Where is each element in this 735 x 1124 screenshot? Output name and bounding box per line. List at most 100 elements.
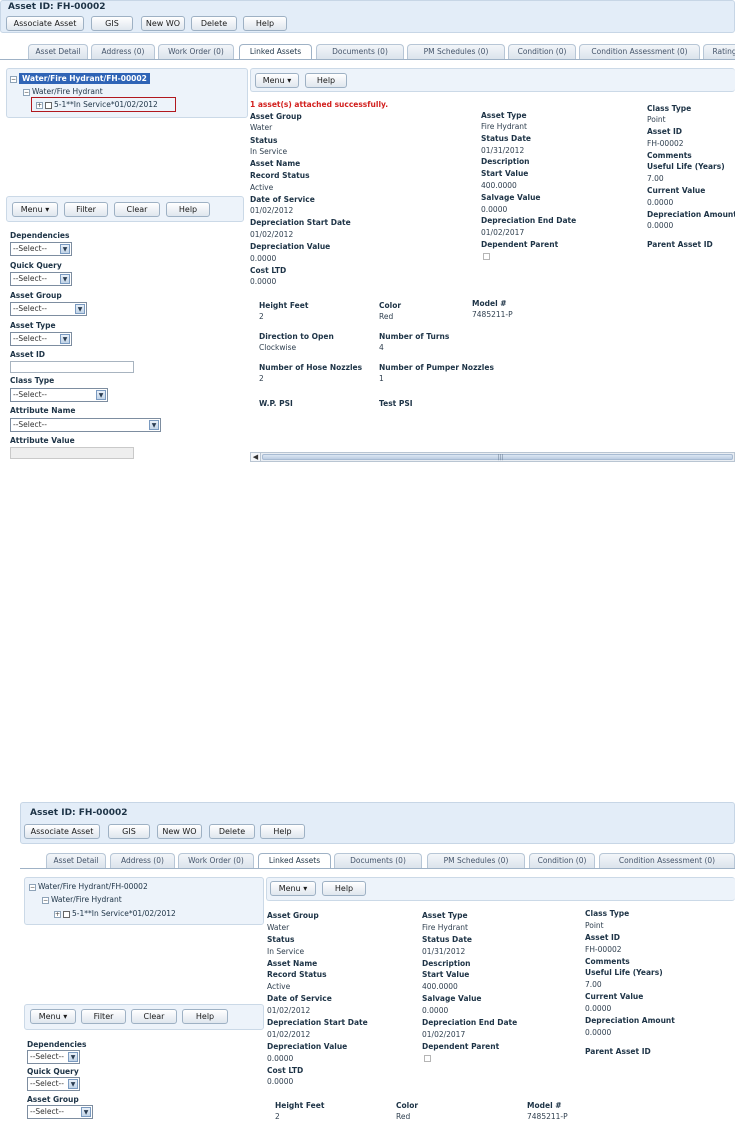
grip-icon: ||| bbox=[497, 454, 504, 461]
start-value-value: 400.0000 bbox=[481, 181, 517, 190]
tab-linked-assets[interactable]: Linked Assets bbox=[258, 853, 331, 869]
tab-address[interactable]: Address (0) bbox=[91, 44, 155, 59]
tab-condition[interactable]: Condition (0) bbox=[508, 44, 576, 59]
tab-work-order[interactable]: Work Order (0) bbox=[158, 44, 234, 59]
select-value: --Select-- bbox=[13, 244, 47, 253]
tree-leaf[interactable]: +5-1**In Service*01/02/2012 bbox=[54, 909, 176, 918]
pumper-nozzles-label: Number of Pumper Nozzles bbox=[379, 363, 494, 372]
chevron-down-icon[interactable]: ▼ bbox=[75, 304, 85, 314]
tab-address[interactable]: Address (0) bbox=[110, 853, 175, 868]
useful-life-label: Useful Life (Years) bbox=[647, 162, 725, 171]
help-button[interactable]: Help bbox=[243, 16, 287, 31]
associate-asset-button[interactable]: Associate Asset bbox=[6, 16, 84, 31]
collapse-icon[interactable]: − bbox=[10, 75, 17, 83]
hose-nozzles-value: 2 bbox=[259, 374, 264, 383]
tab-condition-assessment[interactable]: Condition Assessment (0) bbox=[599, 853, 735, 868]
dependent-parent-checkbox[interactable] bbox=[483, 253, 490, 260]
tab-ratings[interactable]: Ratings (0) bbox=[703, 44, 735, 59]
chevron-down-icon[interactable]: ▼ bbox=[68, 1079, 78, 1089]
chevron-down-icon[interactable]: ▼ bbox=[60, 274, 70, 284]
tab-asset-detail[interactable]: Asset Detail bbox=[46, 853, 106, 868]
asset-group-select[interactable]: --Select-- ▼ bbox=[27, 1105, 93, 1119]
horizontal-scrollbar[interactable]: ◀ ||| bbox=[250, 452, 735, 462]
depreciation-end-label: Depreciation End Date bbox=[422, 1018, 518, 1027]
asset-id-label: Asset ID bbox=[585, 933, 621, 942]
filter-help-button[interactable]: Help bbox=[182, 1009, 228, 1024]
clear-button[interactable]: Clear bbox=[114, 202, 160, 217]
class-type-label: Class Type bbox=[10, 376, 55, 385]
delete-button[interactable]: Delete bbox=[191, 16, 237, 31]
asset-type-select[interactable]: --Select-- ▼ bbox=[10, 332, 72, 346]
tree-child-label[interactable]: Water/Fire Hydrant bbox=[32, 87, 103, 96]
tab-documents[interactable]: Documents (0) bbox=[334, 853, 422, 868]
detail-menu-button[interactable]: Menu ▾ bbox=[255, 73, 299, 88]
tree-root[interactable]: − Water/Fire Hydrant/FH-00002 bbox=[10, 73, 150, 84]
asset-id-input[interactable] bbox=[10, 361, 134, 373]
dependencies-select[interactable]: --Select-- ▼ bbox=[10, 242, 72, 256]
tab-bar: Asset Detail Address (0) Work Order (0) … bbox=[28, 44, 735, 60]
filter-button[interactable]: Filter bbox=[81, 1009, 126, 1024]
new-wo-button[interactable]: New WO bbox=[141, 16, 185, 31]
leaf-checkbox[interactable] bbox=[63, 910, 70, 918]
tab-documents[interactable]: Documents (0) bbox=[316, 44, 404, 59]
gis-button[interactable]: GIS bbox=[91, 16, 133, 31]
chevron-down-icon[interactable]: ▼ bbox=[96, 390, 106, 400]
scrollbar-thumb[interactable]: ||| bbox=[262, 454, 733, 461]
chevron-down-icon[interactable]: ▼ bbox=[68, 1052, 78, 1062]
attribute-name-select[interactable]: --Select-- ▼ bbox=[10, 418, 161, 432]
filter-menu-button[interactable]: Menu ▾ bbox=[30, 1009, 76, 1024]
highlight-box bbox=[31, 97, 176, 112]
quick-query-select[interactable]: --Select-- ▼ bbox=[10, 272, 72, 286]
new-wo-button[interactable]: New WO bbox=[157, 824, 202, 839]
filter-menu-button[interactable]: Menu ▾ bbox=[12, 202, 58, 217]
chevron-down-icon: ▾ bbox=[63, 1012, 68, 1021]
tab-pm-schedules[interactable]: PM Schedules (0) bbox=[407, 44, 505, 59]
help-button[interactable]: Help bbox=[260, 824, 305, 839]
filter-help-button[interactable]: Help bbox=[166, 202, 210, 217]
tree-child[interactable]: − Water/Fire Hydrant bbox=[23, 87, 103, 96]
detail-menu-button[interactable]: Menu ▾ bbox=[270, 881, 316, 896]
collapse-icon[interactable]: − bbox=[23, 88, 30, 96]
class-type-select[interactable]: --Select-- ▼ bbox=[10, 388, 108, 402]
chevron-down-icon[interactable]: ▼ bbox=[60, 244, 70, 254]
depreciation-value-label: Depreciation Value bbox=[267, 1042, 348, 1051]
salvage-value-value: 0.0000 bbox=[422, 1006, 449, 1015]
chevron-down-icon[interactable]: ▼ bbox=[81, 1107, 91, 1117]
scroll-left-icon[interactable]: ◀ bbox=[251, 453, 261, 461]
clear-button[interactable]: Clear bbox=[131, 1009, 177, 1024]
chevron-down-icon[interactable]: ▼ bbox=[60, 334, 70, 344]
associate-asset-button[interactable]: Associate Asset bbox=[24, 824, 100, 839]
expand-icon[interactable]: + bbox=[54, 910, 61, 918]
tab-condition-assessment[interactable]: Condition Assessment (0) bbox=[579, 44, 700, 59]
record-status-value: Active bbox=[267, 982, 291, 991]
tab-pm-schedules[interactable]: PM Schedules (0) bbox=[427, 853, 525, 868]
screenshot-before-attach: Asset ID: FH-00002 Associate Asset GIS N… bbox=[20, 802, 735, 1124]
gis-button[interactable]: GIS bbox=[108, 824, 150, 839]
tree-root-label[interactable]: Water/Fire Hydrant/FH-00002 bbox=[19, 73, 150, 84]
quick-query-select[interactable]: --Select-- ▼ bbox=[27, 1077, 80, 1091]
tree-child-label[interactable]: Water/Fire Hydrant bbox=[51, 895, 122, 904]
tree-leaf-label[interactable]: 5-1**In Service*01/02/2012 bbox=[72, 909, 176, 918]
collapse-icon[interactable]: − bbox=[42, 896, 49, 904]
detail-help-button[interactable]: Help bbox=[305, 73, 347, 88]
tree-root[interactable]: − Water/Fire Hydrant/FH-00002 bbox=[29, 882, 148, 891]
tree-child[interactable]: − Water/Fire Hydrant bbox=[42, 895, 122, 904]
detail-help-button[interactable]: Help bbox=[322, 881, 366, 896]
attribute-value-input[interactable] bbox=[10, 447, 134, 459]
turns-label: Number of Turns bbox=[379, 332, 450, 341]
useful-life-label: Useful Life (Years) bbox=[585, 968, 663, 977]
tree-root-label[interactable]: Water/Fire Hydrant/FH-00002 bbox=[38, 882, 148, 891]
dependent-parent-checkbox[interactable] bbox=[424, 1055, 431, 1062]
delete-button[interactable]: Delete bbox=[209, 824, 255, 839]
tab-work-order[interactable]: Work Order (0) bbox=[178, 853, 254, 868]
asset-group-select[interactable]: --Select-- ▼ bbox=[10, 302, 87, 316]
tab-linked-assets[interactable]: Linked Assets bbox=[239, 44, 312, 60]
filter-button[interactable]: Filter bbox=[64, 202, 108, 217]
tab-condition[interactable]: Condition (0) bbox=[529, 853, 595, 868]
chevron-down-icon[interactable]: ▼ bbox=[149, 420, 159, 430]
asset-group-value: Water bbox=[250, 123, 273, 132]
collapse-icon[interactable]: − bbox=[29, 883, 36, 891]
dependencies-select[interactable]: --Select-- ▼ bbox=[27, 1050, 80, 1064]
quick-query-label: Quick Query bbox=[27, 1067, 79, 1076]
tab-asset-detail[interactable]: Asset Detail bbox=[28, 44, 88, 59]
